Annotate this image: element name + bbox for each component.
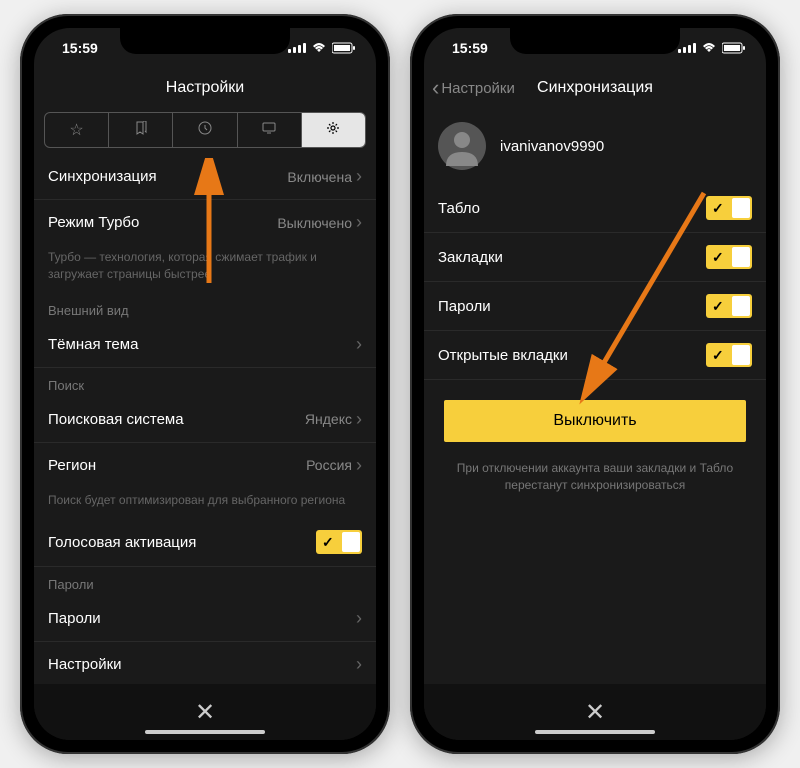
tab-favorites[interactable]: ☆	[45, 113, 109, 147]
monitor-icon	[262, 121, 276, 140]
tabs-toggle[interactable]	[706, 343, 752, 367]
sync-settings: ivanivanov9990 Табло Закладки Пароли Отк…	[424, 108, 766, 684]
disable-note: При отключении аккаунта ваши закладки и …	[424, 452, 766, 502]
back-label: Настройки	[441, 80, 515, 97]
chevron-right-icon: ›	[356, 166, 362, 187]
bookmark-icon	[134, 121, 148, 140]
row-value: Россия	[306, 457, 352, 473]
bookmarks-toggle[interactable]	[706, 245, 752, 269]
tab-devices[interactable]	[238, 113, 302, 147]
back-button[interactable]: ‹ Настройки	[432, 75, 515, 101]
avatar	[438, 122, 486, 170]
section-appearance: Внешний вид	[34, 293, 376, 322]
wifi-icon	[701, 42, 717, 54]
wifi-icon	[311, 42, 327, 54]
row-label: Поисковая система	[48, 411, 184, 428]
row-passwords: Пароли	[424, 282, 766, 331]
row-value: Яндекс	[305, 411, 352, 427]
username: ivanivanov9990	[500, 138, 604, 155]
row-dark-theme[interactable]: Тёмная тема ›	[34, 322, 376, 368]
page-title: Настройки	[166, 79, 244, 97]
phone-right: 15:59 ‹ Настройки Синхронизация	[410, 14, 780, 754]
row-bookmarks: Закладки	[424, 233, 766, 282]
status-indicators	[288, 42, 356, 54]
battery-icon	[332, 42, 356, 54]
gear-icon	[326, 121, 340, 140]
row-passwords[interactable]: Пароли ›	[34, 596, 376, 642]
user-row[interactable]: ivanivanov9990	[424, 108, 766, 184]
turbo-description: Турбо — технология, которая сжимает траф…	[34, 245, 376, 293]
page-title: Синхронизация	[537, 79, 653, 97]
tab-bar: ☆	[44, 112, 366, 148]
row-label: Пароли	[438, 298, 491, 315]
chevron-right-icon: ›	[356, 455, 362, 476]
row-label: Синхронизация	[48, 168, 157, 185]
status-time: 15:59	[62, 40, 98, 56]
settings-list[interactable]: Синхронизация Включена› Режим Турбо Выкл…	[34, 154, 376, 684]
home-indicator[interactable]	[145, 730, 265, 734]
chevron-left-icon: ‹	[432, 75, 439, 101]
close-button[interactable]: ✕	[585, 698, 605, 727]
row-label: Голосовая активация	[48, 534, 196, 551]
home-indicator[interactable]	[535, 730, 655, 734]
tab-settings[interactable]	[302, 113, 365, 147]
section-passwords: Пароли	[34, 567, 376, 596]
phone-left: 15:59 Настройки ☆ Синхронизация	[20, 14, 390, 754]
disable-button[interactable]: Выключить	[444, 400, 746, 442]
chevron-right-icon: ›	[356, 334, 362, 355]
chevron-right-icon: ›	[356, 212, 362, 233]
status-time: 15:59	[452, 40, 488, 56]
tablo-toggle[interactable]	[706, 196, 752, 220]
row-label: Режим Турбо	[48, 214, 139, 231]
row-settings[interactable]: Настройки ›	[34, 642, 376, 684]
tab-history[interactable]	[173, 113, 237, 147]
screen-right: 15:59 ‹ Настройки Синхронизация	[424, 28, 766, 740]
clock-icon	[198, 121, 212, 140]
notch	[510, 28, 680, 54]
chevron-right-icon: ›	[356, 608, 362, 629]
nav-header: ‹ Настройки Синхронизация	[424, 68, 766, 108]
row-region[interactable]: Регион Россия›	[34, 443, 376, 488]
row-label: Открытые вкладки	[438, 347, 568, 364]
row-search-engine[interactable]: Поисковая система Яндекс›	[34, 397, 376, 443]
row-sync[interactable]: Синхронизация Включена›	[34, 154, 376, 200]
passwords-toggle[interactable]	[706, 294, 752, 318]
row-label: Табло	[438, 200, 480, 217]
row-voice-activation[interactable]: Голосовая активация	[34, 518, 376, 567]
close-button[interactable]: ✕	[195, 698, 215, 727]
nav-header: Настройки	[34, 68, 376, 108]
chevron-right-icon: ›	[356, 409, 362, 430]
row-label: Пароли	[48, 610, 101, 627]
row-label: Настройки	[48, 656, 122, 673]
tab-bookmarks[interactable]	[109, 113, 173, 147]
signal-icon	[678, 43, 696, 53]
signal-icon	[288, 43, 306, 53]
battery-icon	[722, 42, 746, 54]
row-value: Выключено	[277, 215, 352, 231]
row-tablo: Табло	[424, 184, 766, 233]
notch	[120, 28, 290, 54]
row-label: Закладки	[438, 249, 503, 266]
search-description: Поиск будет оптимизирован для выбранного…	[34, 488, 376, 519]
row-label: Регион	[48, 457, 96, 474]
status-indicators	[678, 42, 746, 54]
screen-left: 15:59 Настройки ☆ Синхронизация	[34, 28, 376, 740]
section-search: Поиск	[34, 368, 376, 397]
row-value: Включена	[287, 169, 352, 185]
row-label: Тёмная тема	[48, 336, 138, 353]
voice-toggle[interactable]	[316, 530, 362, 554]
star-icon: ☆	[69, 120, 83, 140]
row-open-tabs: Открытые вкладки	[424, 331, 766, 380]
row-turbo[interactable]: Режим Турбо Выключено›	[34, 200, 376, 245]
chevron-right-icon: ›	[356, 654, 362, 675]
